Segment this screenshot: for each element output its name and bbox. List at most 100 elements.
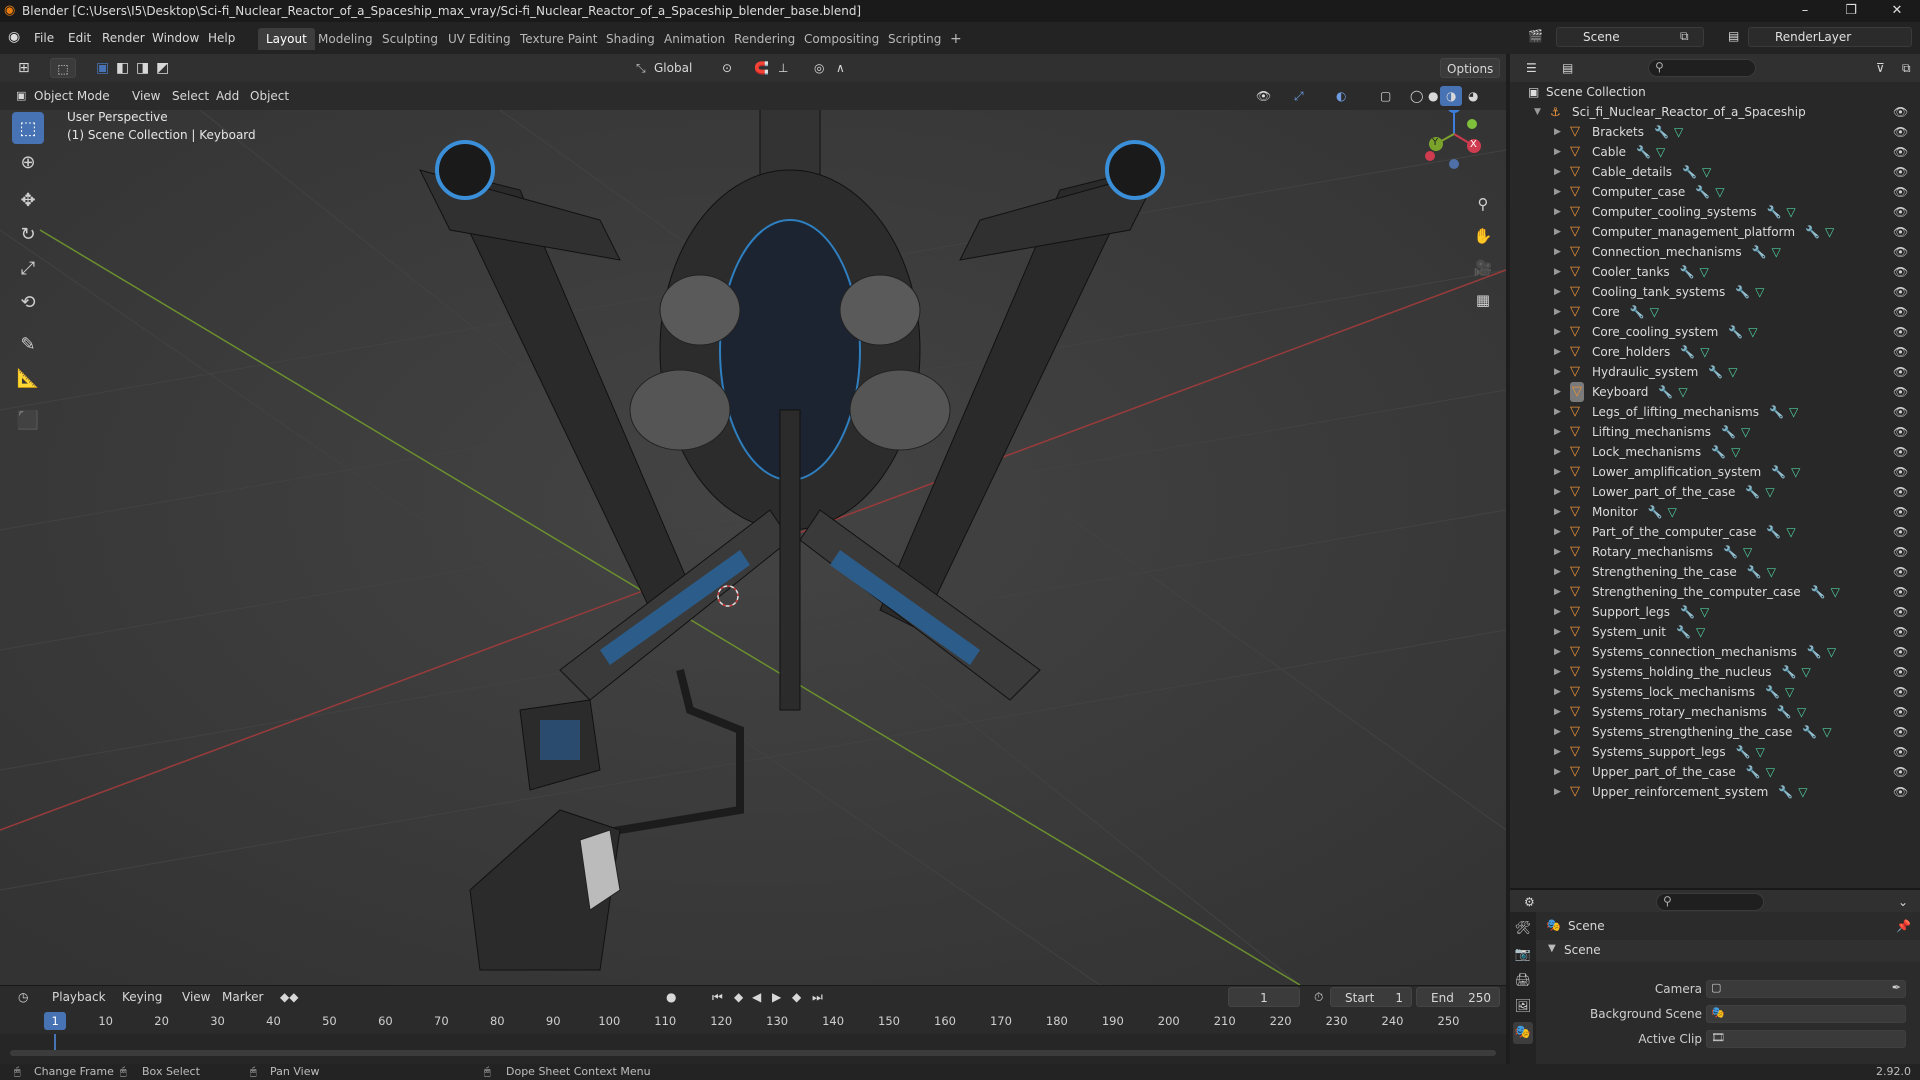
properties-search-input[interactable]: ⚲ bbox=[1656, 893, 1764, 911]
timeline-ruler[interactable]: 1 10 20 30 40 50 60 70 80 90 100 110 120 130 140 150 160… bbox=[0, 1010, 1506, 1034]
current-frame-field[interactable]: 1 bbox=[1228, 987, 1300, 1007]
mesh-data-icon[interactable]: ▽ bbox=[1678, 385, 1687, 399]
xray-toggle-icon[interactable]: ▢ bbox=[1374, 86, 1397, 106]
material-shading-icon[interactable]: ◑ bbox=[1440, 86, 1463, 106]
end-frame-field[interactable]: End 250 bbox=[1416, 987, 1500, 1007]
tab-shading[interactable]: Shading bbox=[598, 28, 663, 50]
expand-arrow-icon[interactable]: ▶ bbox=[1554, 222, 1561, 242]
outliner-item[interactable]: ▶ ▽ Cooler_tanks 🔧 ▽ 👁 bbox=[1510, 262, 1920, 282]
menu-edit[interactable]: Edit bbox=[62, 28, 97, 48]
expand-arrow-icon[interactable]: ▶ bbox=[1554, 422, 1561, 442]
modifier-wrench-icon[interactable]: 🔧 bbox=[1676, 625, 1691, 639]
start-frame-field[interactable]: Start 1 bbox=[1330, 987, 1412, 1007]
close-button[interactable]: ✕ bbox=[1874, 0, 1920, 22]
mesh-data-icon[interactable]: ▽ bbox=[1656, 145, 1665, 159]
modifier-wrench-icon[interactable]: 🔧 bbox=[1735, 285, 1750, 299]
preview-range-icon[interactable]: ⏱ bbox=[1308, 987, 1329, 1007]
filter-icon[interactable]: ⊽ bbox=[1870, 58, 1891, 78]
menu-view[interactable]: View bbox=[126, 86, 166, 106]
expand-arrow-icon[interactable]: ▶ bbox=[1554, 142, 1561, 162]
expand-arrow-icon[interactable]: ▼ bbox=[1534, 102, 1541, 122]
output-tab-icon[interactable]: 🖨 bbox=[1513, 970, 1533, 992]
modifier-wrench-icon[interactable]: 🔧 bbox=[1680, 345, 1695, 359]
jump-end-icon[interactable]: ⏭ bbox=[806, 987, 829, 1007]
modifier-wrench-icon[interactable]: 🔧 bbox=[1711, 445, 1726, 459]
mesh-data-icon[interactable]: ▽ bbox=[1741, 425, 1750, 439]
expand-arrow-icon[interactable]: ▶ bbox=[1554, 342, 1561, 362]
gizmo-toggle-icon[interactable]: ⤢ bbox=[1288, 86, 1310, 106]
expand-arrow-icon[interactable]: ▶ bbox=[1554, 702, 1561, 722]
active-clip-field[interactable]: 🎞 bbox=[1706, 1030, 1906, 1048]
render-tab-icon[interactable]: 📷 bbox=[1513, 944, 1533, 966]
tab-layout[interactable]: Layout bbox=[258, 28, 315, 50]
outliner-item[interactable]: ▶ ▽ Lower_part_of_the_case 🔧 ▽ 👁 bbox=[1510, 482, 1920, 502]
visibility-eye-icon[interactable]: 👁 bbox=[1893, 362, 1908, 382]
modifier-wrench-icon[interactable]: 🔧 bbox=[1723, 545, 1738, 559]
snap-target-icon[interactable]: ⊥ bbox=[772, 58, 794, 78]
outliner-editor-icon[interactable]: ☰ bbox=[1520, 58, 1543, 78]
collection-row[interactable]: ▼ ⚓ Sci_fi_Nuclear_Reactor_of_a_Spaceshi… bbox=[1510, 102, 1920, 122]
mesh-data-icon[interactable]: ▽ bbox=[1786, 205, 1795, 219]
expand-arrow-icon[interactable]: ▶ bbox=[1554, 682, 1561, 702]
timeline-editor-icon[interactable]: ◷ bbox=[12, 987, 34, 1007]
visibility-eye-icon[interactable]: 👁 bbox=[1893, 662, 1908, 682]
mesh-data-icon[interactable]: ▽ bbox=[1789, 405, 1798, 419]
overlay-toggle-icon[interactable]: ◐ bbox=[1330, 86, 1352, 106]
mesh-data-icon[interactable]: ▽ bbox=[1825, 225, 1834, 239]
modifier-wrench-icon[interactable]: 🔧 bbox=[1752, 245, 1767, 259]
visibility-eye-icon[interactable]: 👁 bbox=[1893, 522, 1908, 542]
mesh-data-icon[interactable]: ▽ bbox=[1748, 325, 1757, 339]
visibility-eye-icon[interactable]: 👁 bbox=[1893, 462, 1908, 482]
visibility-eye-icon[interactable]: 👁 bbox=[1893, 582, 1908, 602]
maximize-button[interactable]: ❐ bbox=[1828, 0, 1874, 22]
menu-file[interactable]: File bbox=[28, 28, 60, 48]
modifier-wrench-icon[interactable]: 🔧 bbox=[1769, 405, 1784, 419]
expand-arrow-icon[interactable]: ▶ bbox=[1554, 182, 1561, 202]
transform-tool-icon[interactable]: ⟲ bbox=[12, 286, 44, 318]
outliner-item[interactable]: ▶ ▽ Computer_case 🔧 ▽ 👁 bbox=[1510, 182, 1920, 202]
proportional-edit-icon[interactable]: ◎ bbox=[808, 58, 830, 78]
outliner-item[interactable]: ▶ ▽ Computer_cooling_systems 🔧 ▽ 👁 bbox=[1510, 202, 1920, 222]
expand-arrow-icon[interactable]: ▶ bbox=[1554, 462, 1561, 482]
visibility-eye-icon[interactable]: 👁 bbox=[1893, 442, 1908, 462]
expand-arrow-icon[interactable]: ▶ bbox=[1554, 722, 1561, 742]
outliner-item[interactable]: ▶ ▽ Part_of_the_computer_case 🔧 ▽ 👁 bbox=[1510, 522, 1920, 542]
properties-editor-icon[interactable]: ⚙ bbox=[1518, 892, 1541, 912]
expand-arrow-icon[interactable]: ▶ bbox=[1554, 242, 1561, 262]
modifier-wrench-icon[interactable]: 🔧 bbox=[1807, 645, 1822, 659]
menu-help[interactable]: Help bbox=[202, 28, 241, 48]
options-dropdown[interactable]: Options bbox=[1440, 58, 1501, 78]
visibility-eye-icon[interactable]: 👁 bbox=[1893, 642, 1908, 662]
mesh-data-icon[interactable]: ▽ bbox=[1700, 345, 1709, 359]
outliner-item[interactable]: ▶ ▽ Strengthening_the_computer_case 🔧 ▽ 👁 bbox=[1510, 582, 1920, 602]
visibility-eye-icon[interactable]: 👁 bbox=[1893, 702, 1908, 722]
menu-window[interactable]: Window bbox=[146, 28, 205, 48]
rotate-tool-icon[interactable]: ↻ bbox=[12, 218, 44, 250]
view-layer-tab-icon[interactable]: 🖼 bbox=[1513, 996, 1533, 1018]
expand-arrow-icon[interactable]: ▶ bbox=[1554, 742, 1561, 762]
eyedropper-icon[interactable]: ✒ bbox=[1892, 981, 1901, 994]
tab-animation[interactable]: Animation bbox=[656, 28, 733, 50]
tab-sculpting[interactable]: Sculpting bbox=[374, 28, 446, 50]
modifier-wrench-icon[interactable]: 🔧 bbox=[1745, 485, 1760, 499]
mesh-data-icon[interactable]: ▽ bbox=[1827, 645, 1836, 659]
menu-render[interactable]: Render bbox=[96, 28, 151, 48]
visibility-eye-icon[interactable]: 👁 bbox=[1893, 342, 1908, 362]
outliner-item[interactable]: ▶ ▽ Systems_holding_the_nucleus 🔧 ▽ 👁 bbox=[1510, 662, 1920, 682]
visibility-eye-icon[interactable]: 👁 bbox=[1893, 262, 1908, 282]
visibility-eye-icon[interactable]: 👁 bbox=[1893, 402, 1908, 422]
mode-dropdown[interactable]: Object Mode bbox=[28, 86, 116, 106]
visibility-eye-icon[interactable]: 👁 bbox=[1893, 602, 1908, 622]
expand-arrow-icon[interactable]: ▶ bbox=[1554, 522, 1561, 542]
measure-tool-icon[interactable]: 📐 bbox=[12, 362, 44, 394]
modifier-wrench-icon[interactable]: 🔧 bbox=[1766, 525, 1781, 539]
view-layer-selector[interactable]: RenderLayer bbox=[1748, 27, 1912, 47]
visibility-eye-icon[interactable]: 👁 bbox=[1893, 122, 1908, 142]
select-tool-icon[interactable]: ⬚ bbox=[50, 58, 76, 78]
outliner-item[interactable]: ▶ ▽ System_unit 🔧 ▽ 👁 bbox=[1510, 622, 1920, 642]
tab-modeling[interactable]: Modeling bbox=[310, 28, 381, 50]
mesh-data-icon[interactable]: ▽ bbox=[1700, 605, 1709, 619]
outliner-item[interactable]: ▶ ▽ Core_holders 🔧 ▽ 👁 bbox=[1510, 342, 1920, 362]
visibility-eye-icon[interactable]: 👁 bbox=[1893, 422, 1908, 442]
modifier-wrench-icon[interactable]: 🔧 bbox=[1811, 585, 1826, 599]
